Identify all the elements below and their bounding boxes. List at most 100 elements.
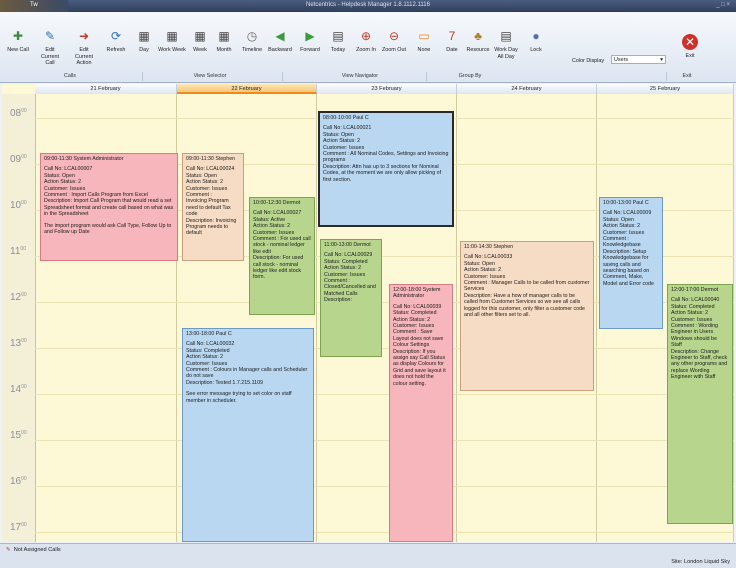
backward-button[interactable]: ◀ Backward <box>266 28 294 54</box>
ribbon-button-label: Today <box>330 47 346 53</box>
ribbon-button-label: Refresh <box>106 47 126 53</box>
window-title: Netcentrics - Helpdesk Manager 1.8.1112.… <box>306 2 430 8</box>
color-display-select[interactable]: Users ▾ <box>611 55 666 64</box>
hour-minutes: 00 <box>20 246 26 252</box>
edit-call-button[interactable]: ✎ Edit Current Call <box>36 28 64 67</box>
appointment[interactable]: 13:00-18:00 Paul C Call No: LCAL00032 Stat… <box>182 328 314 542</box>
week-icon: ▦ <box>194 29 206 43</box>
appointment[interactable]: 10:00-13:00 Paul C Call No: LCAL00009 Stat… <box>599 197 663 329</box>
ribbon-button-label: Forward <box>300 47 320 53</box>
hour-label: 1000 <box>10 200 27 211</box>
date-button[interactable]: 7 Date <box>438 28 466 54</box>
hour-number: 14 <box>10 384 22 395</box>
ribbon-button-label: Edit Current Action <box>75 47 93 66</box>
appointment-note: The import program would ask Call Type, … <box>44 222 172 236</box>
edit-action-button[interactable]: ➜ Edit Current Action <box>70 28 98 67</box>
ribbon-button-label: Month <box>216 47 232 53</box>
appointment[interactable]: 11:00-13:00 Dermot Call No: LCAL00029 Stat… <box>320 239 382 357</box>
ribbon-button-label: Week <box>193 47 207 53</box>
zoom-in-button[interactable]: ⊕ Zoom In <box>352 28 380 54</box>
appointment[interactable]: 10:00-12:30 Dermot Call No: LCAL00027 Stat… <box>249 197 315 315</box>
hour-minutes: 00 <box>21 292 27 298</box>
appointment-detail-line: Invoicing Program need to default Tax co… <box>186 198 231 218</box>
work-day-button[interactable]: ▤ Work Day All Day <box>492 28 520 60</box>
day-header[interactable]: 22 February <box>177 84 317 94</box>
exit-button[interactable]: ✕ Exit <box>676 34 704 60</box>
appointment-detail-line: Comment : Closed/Cancelled and Matched C… <box>324 278 376 297</box>
timeline-button[interactable]: ◷ Timeline <box>238 28 266 54</box>
appointment[interactable]: 12:00-17:00 Dermot Call No: LCAL00040 Stat… <box>667 284 733 524</box>
hour-number: 15 <box>10 430 22 441</box>
appointment-detail-line: Description: Change Engineer to Staff, c… <box>671 348 728 381</box>
status-bar: ✎ Not Assigned Calls Site: London Liquid … <box>0 543 736 568</box>
appointment-detail-line: Call No: LCAL00024 <box>186 166 235 173</box>
group-label-group-by: Group By <box>458 73 482 79</box>
hour-gridline <box>35 486 734 487</box>
refresh-button[interactable]: ⟳ Refresh <box>102 28 130 54</box>
appointment-time-owner: 12:00-18:00 System Administrator <box>393 287 441 300</box>
appointment[interactable]: 12:00-18:00 System Administrator Call No:… <box>389 284 453 542</box>
new-call-icon: ✚ <box>12 29 24 43</box>
day-button[interactable]: ▦ Day <box>130 28 158 54</box>
appointment-time-owner: 09:00-11:30 Stephen <box>186 156 236 162</box>
day-header[interactable]: 25 February <box>597 84 734 94</box>
appointment-detail-line: Comment : Manager Calls to be called fro… <box>464 280 590 293</box>
appointment-detail-line: Description: Attn has up to 3 sections f… <box>323 163 442 183</box>
appointment-detail-line: Description: Invoicing Program needs to … <box>186 217 237 237</box>
appointment-detail-line: Comment : For used call stock - nominal … <box>253 236 311 255</box>
lock-button[interactable]: ● Lock <box>522 28 550 54</box>
color-display-label: Color Display <box>572 58 605 64</box>
none-button[interactable]: ▭ None <box>410 28 438 54</box>
forward-icon: ▶ <box>305 29 315 43</box>
appointment-detail-line: Call No: LCAL00009 <box>603 210 652 217</box>
pin-icon: ✎ <box>6 547 11 553</box>
ribbon-button-label: None <box>417 47 431 53</box>
hour-gridline <box>35 532 734 533</box>
ribbon-button-label: Edit Current Call <box>41 47 59 66</box>
month-button[interactable]: ▦ Month <box>210 28 238 54</box>
site-value: London Liquid Sky <box>683 559 730 565</box>
appointment-time-owner: 09:00-11:30 System Administrator <box>44 156 124 162</box>
appointment[interactable]: 08:00-10:00 Paul C Call No: LCAL00021 Stat… <box>318 111 454 227</box>
zoom-in-icon: ⊕ <box>360 29 372 43</box>
forward-button[interactable]: ▶ Forward <box>296 28 324 54</box>
none-icon: ▭ <box>418 29 430 43</box>
hour-minutes: 00 <box>21 108 27 114</box>
hour-number: 12 <box>10 292 22 303</box>
timeline-icon: ◷ <box>246 29 258 43</box>
work-day-icon: ▤ <box>500 29 512 43</box>
app-window: Tw Netcentrics - Helpdesk Manager 1.8.11… <box>0 0 736 568</box>
hour-minutes: 00 <box>21 430 27 436</box>
group-label-view-navigator: View Navigator <box>341 73 379 79</box>
resource-button[interactable]: ♣ Resource <box>464 28 492 54</box>
hour-gridline <box>35 440 734 441</box>
appointment[interactable]: 09:00-11:30 Stephen Call No: LCAL00024 Sta… <box>182 153 244 261</box>
scheduler-calendar[interactable]: 0800 0900 1000 1100 1200 1300 1400 1500 1600 1700… <box>2 84 734 542</box>
hour-label: 1700 <box>10 522 27 533</box>
day-header[interactable]: 23 February <box>317 84 457 94</box>
not-assigned-calls-tab[interactable]: ✎ Not Assigned Calls <box>6 547 61 553</box>
appointment-detail-line: Comment : Colours in Manager calls and S… <box>186 367 308 380</box>
new-call-button[interactable]: ✚ New Call <box>4 28 32 54</box>
appointment[interactable]: 09:00-11:30 System Administrator Call No:… <box>40 153 178 261</box>
hour-number: 17 <box>10 522 22 533</box>
site-label: Site: <box>671 559 683 565</box>
today-button[interactable]: ▤ Today <box>324 28 352 54</box>
appointment[interactable]: 11:00-14:30 Stephen Call No: LCAL00033 Sta… <box>460 241 594 391</box>
window-controls[interactable]: _ □ × <box>716 2 730 8</box>
ribbon-button-label: Resource <box>466 47 490 53</box>
month-icon: ▦ <box>218 29 230 43</box>
day-header[interactable]: 21 February <box>35 84 177 94</box>
ribbon-button-label: Backward <box>268 47 292 53</box>
title-bar: Tw Netcentrics - Helpdesk Manager 1.8.11… <box>0 0 736 12</box>
hour-minutes: 00 <box>21 476 27 482</box>
group-separator <box>142 72 143 81</box>
zoom-out-button[interactable]: ⊖ Zoom Out <box>380 28 408 54</box>
work-week-button[interactable]: ▦ Work Week <box>158 28 186 54</box>
not-assigned-calls-label: Not Assigned Calls <box>13 547 61 553</box>
exit-icon: ✕ <box>682 34 698 50</box>
day-header[interactable]: 24 February <box>457 84 597 94</box>
backward-icon: ◀ <box>275 29 285 43</box>
appointment-detail-line: Call No: LCAL00029 <box>324 252 373 259</box>
ribbon-button-label: Work Day All Day <box>494 47 518 60</box>
